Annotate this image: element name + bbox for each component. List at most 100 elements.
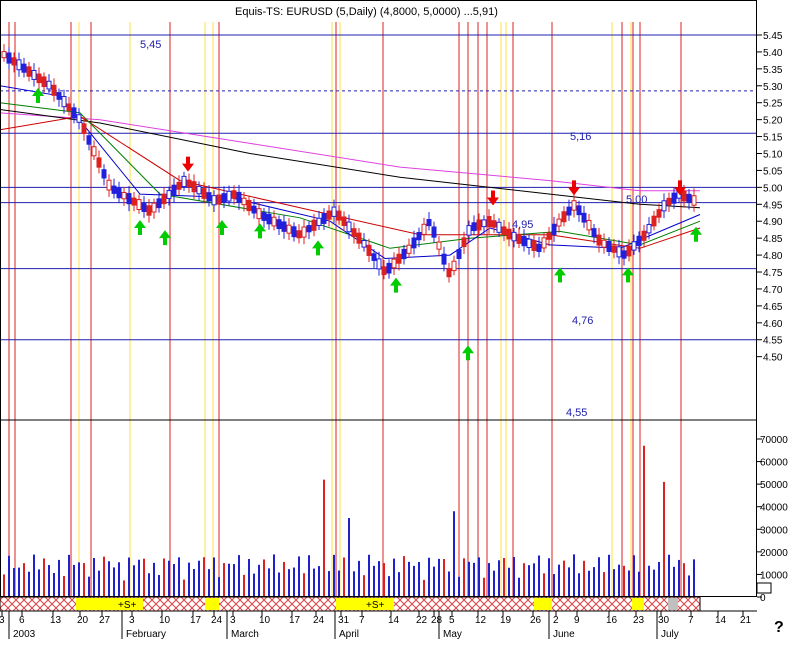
day-label: 17 — [190, 615, 202, 626]
day-label: 9 — [574, 615, 580, 626]
candle — [421, 223, 427, 235]
candle — [311, 219, 317, 231]
price-tick-label: 4.55 — [763, 336, 783, 347]
strip-yellow-block — [534, 598, 552, 610]
candle — [161, 193, 167, 205]
candle — [456, 249, 462, 260]
candle — [151, 202, 157, 213]
candle — [146, 205, 152, 216]
strip-label: +S+ — [118, 600, 137, 611]
day-label: 14 — [715, 615, 727, 626]
candle — [526, 238, 532, 248]
candle — [246, 199, 252, 212]
level-label: 5,16 — [570, 131, 591, 143]
candle — [221, 193, 227, 203]
candle — [356, 232, 362, 244]
candle — [541, 237, 547, 249]
day-label: 6 — [19, 615, 25, 626]
volume-tick-label: 40000 — [760, 503, 788, 514]
candle — [211, 195, 217, 206]
level-label: 4,95 — [512, 219, 533, 231]
price-tick-label: 4.75 — [763, 268, 783, 279]
volume-tick-label: 20000 — [760, 548, 788, 559]
candle — [336, 210, 342, 221]
day-label: 14 — [388, 615, 400, 626]
month-label: February — [126, 629, 166, 640]
volume-tick-label: 70000 — [760, 435, 788, 446]
candle — [621, 250, 627, 259]
candle — [296, 230, 302, 239]
month-label: May — [443, 629, 462, 640]
candle — [171, 184, 177, 196]
candle — [301, 226, 307, 238]
candle — [636, 235, 642, 246]
candle — [641, 230, 647, 241]
strip-yellow-block — [632, 598, 644, 610]
price-tick-label: 5.35 — [763, 65, 783, 76]
candle — [76, 114, 82, 123]
candle — [531, 240, 537, 251]
price-tick-label: 4.90 — [763, 217, 783, 228]
candle — [241, 197, 247, 206]
day-label: 13 — [50, 615, 62, 626]
candle — [176, 181, 182, 190]
candle — [496, 221, 502, 233]
candle — [231, 190, 237, 199]
candle — [471, 222, 477, 232]
candle — [156, 198, 162, 209]
candle — [441, 253, 447, 265]
price-tick-label: 5.40 — [763, 48, 783, 59]
candle — [426, 219, 432, 227]
day-label: 19 — [500, 615, 512, 626]
volume-tick-label: 30000 — [760, 525, 788, 536]
candle — [366, 244, 372, 256]
candle — [656, 209, 662, 218]
candle — [521, 235, 527, 247]
candle — [361, 240, 367, 248]
candle — [196, 185, 202, 195]
candle — [646, 223, 652, 234]
month-label: April — [339, 629, 359, 640]
candle — [446, 268, 452, 278]
candle — [236, 191, 242, 203]
candle — [66, 103, 72, 112]
candle — [601, 239, 607, 248]
candle — [551, 223, 557, 235]
candle — [226, 190, 232, 202]
strip-label: +S+ — [366, 600, 385, 611]
candle — [461, 237, 467, 248]
level-label: 5,45 — [140, 39, 161, 51]
candle — [391, 258, 397, 269]
day-label: 24 — [313, 615, 325, 626]
day-label: 10 — [259, 615, 271, 626]
candle — [91, 146, 97, 157]
candle — [141, 203, 147, 212]
candle — [486, 215, 492, 228]
month-label: 2003 — [13, 629, 36, 640]
strip-yellow-block — [336, 598, 394, 610]
price-tick-label: 4.60 — [763, 319, 783, 330]
chart-window: 5,45 5,16 5,00 4,95 4,76 4,55 5.45 5.40 5.35 5.3… — [0, 0, 804, 640]
strip-grey-block — [668, 598, 678, 610]
candle — [691, 195, 697, 206]
candle — [536, 243, 542, 253]
day-label: 22 — [416, 615, 428, 626]
candle — [136, 199, 142, 211]
candle — [671, 192, 677, 204]
candle — [571, 200, 577, 211]
candle — [556, 218, 562, 227]
candle — [121, 192, 127, 200]
day-label: 21 — [740, 615, 752, 626]
candle — [686, 193, 692, 203]
help-icon[interactable]: ? — [774, 619, 784, 636]
candle — [31, 69, 37, 80]
month-label: June — [553, 629, 575, 640]
stock-chart: 5,455,165,004,954,764,55 5.455.405.355.3… — [0, 0, 804, 640]
candle — [86, 135, 92, 145]
day-label: 31 — [338, 615, 350, 626]
candle — [376, 258, 382, 270]
candle — [261, 212, 267, 221]
strip-yellow-block — [76, 598, 92, 610]
price-tick-label: 4.80 — [763, 251, 783, 262]
candle — [371, 253, 377, 261]
